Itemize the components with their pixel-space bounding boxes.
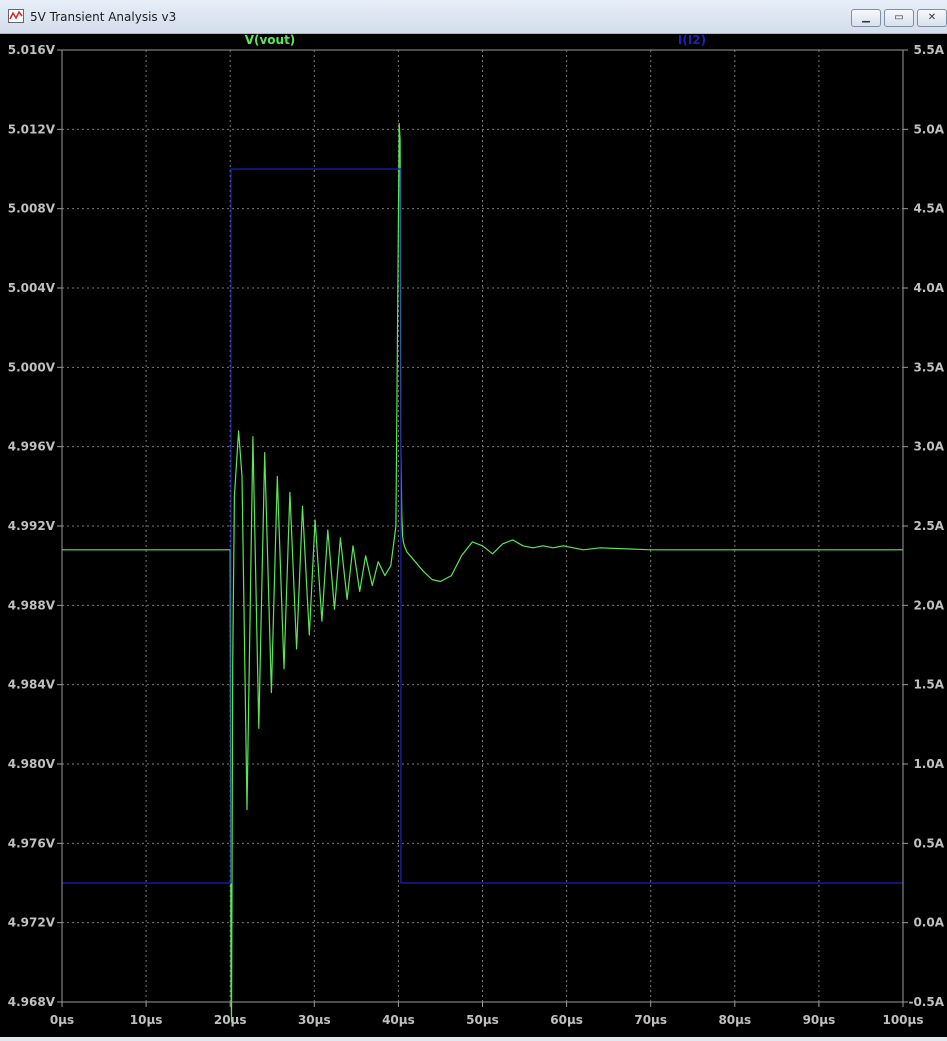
maximize-button[interactable]: ▭: [884, 9, 914, 27]
x-tick-label: 70µs: [634, 1013, 667, 1027]
left-tick-label: 5.000V: [8, 360, 56, 374]
x-tick-label: 0µs: [50, 1013, 74, 1027]
right-tick-label: 5.5A: [913, 43, 944, 57]
x-tick-label: 40µs: [382, 1013, 415, 1027]
waveform-plot[interactable]: 5.016V 5.012V 5.008V 5.004V 5.000V 4.996V 4.99…: [0, 33, 947, 1037]
right-tick-label: 4.5A: [913, 202, 944, 216]
minimize-icon: ▁: [862, 12, 870, 23]
left-tick-label: 4.992V: [8, 519, 56, 533]
x-tick-label: 90µs: [803, 1013, 836, 1027]
vout-trace: [62, 122, 903, 1023]
maximize-icon: ▭: [894, 12, 904, 23]
left-tick-label: 5.016V: [8, 43, 56, 57]
close-icon: ✕: [927, 12, 937, 23]
right-tick-label: 3.0A: [913, 440, 944, 454]
right-tick-label: 3.5A: [913, 360, 944, 374]
waveform-chart: 5.016V 5.012V 5.008V 5.004V 5.000V 4.996V 4.99…: [8, 33, 945, 1027]
x-tick-label: 10µs: [130, 1013, 163, 1027]
x-tick-label: 60µs: [550, 1013, 583, 1027]
right-tick-label: 1.5A: [913, 678, 944, 692]
right-tick-label: 5.0A: [913, 122, 944, 136]
x-tick-label: 50µs: [466, 1013, 499, 1027]
x-tick-label: 20µs: [214, 1013, 247, 1027]
right-tick-label: 1.0A: [913, 757, 944, 771]
left-tick-label: 4.984V: [8, 678, 56, 692]
left-tick-label: 4.976V: [8, 836, 56, 850]
legend-current: I(I2): [678, 34, 706, 47]
x-tick-label: 30µs: [298, 1013, 331, 1027]
right-axis-ticks: 5.5A 5.0A 4.5A 4.0A 3.5A 3.0A 2.5A 2.0A 1.5A 1.0A…: [903, 43, 945, 1009]
window-title: 5V Transient Analysis v3: [30, 10, 177, 24]
grid: [62, 50, 903, 1002]
right-tick-label: 2.5A: [913, 519, 944, 533]
left-tick-label: 4.968V: [8, 995, 56, 1009]
close-button[interactable]: ✕: [917, 9, 947, 27]
left-tick-label: 4.996V: [8, 440, 56, 454]
left-tick-label: 5.004V: [8, 281, 56, 295]
right-tick-label: 2.0A: [913, 598, 944, 612]
left-axis-ticks: 5.016V 5.012V 5.008V 5.004V 5.000V 4.996V 4.99…: [8, 43, 62, 1009]
right-tick-label: 0.5A: [913, 836, 944, 850]
traces: [62, 122, 903, 1023]
right-tick-label: -0.5A: [908, 995, 944, 1009]
title-bar: 5V Transient Analysis v3 ▁ ▭ ✕: [0, 0, 947, 34]
left-tick-label: 5.008V: [8, 202, 56, 216]
left-tick-label: 4.972V: [8, 916, 56, 930]
x-axis-ticks: 0µs 10µs 20µs 30µs 40µs 50µs 60µs 70µs 80µs 90µs 1…: [50, 1002, 924, 1027]
x-tick-label: 100µs: [882, 1013, 923, 1027]
legend: V(vout) I(I2): [245, 33, 706, 47]
right-tick-label: 0.0A: [913, 916, 944, 930]
right-tick-label: 4.0A: [913, 281, 944, 295]
left-tick-label: 4.988V: [8, 598, 56, 612]
minimize-button[interactable]: ▁: [851, 9, 881, 27]
waveform-app-icon: [8, 9, 24, 23]
legend-vout: V(vout): [245, 34, 296, 47]
left-tick-label: 5.012V: [8, 122, 56, 136]
left-tick-label: 4.980V: [8, 757, 56, 771]
x-tick-label: 80µs: [718, 1013, 751, 1027]
